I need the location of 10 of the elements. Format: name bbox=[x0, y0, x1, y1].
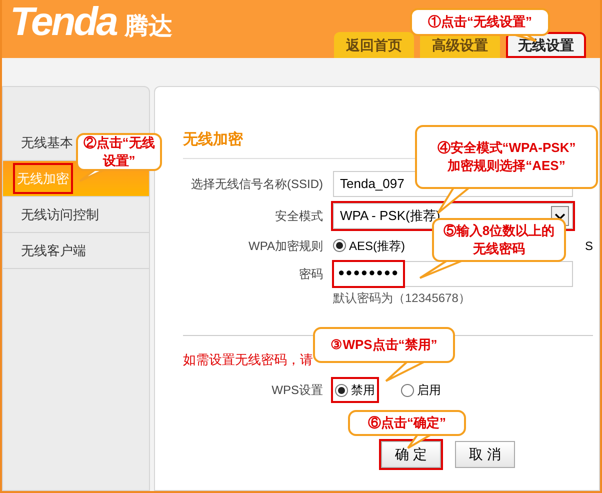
field-label: WPA加密规则 bbox=[248, 238, 324, 254]
field-label: 密码 bbox=[298, 266, 324, 282]
field-label: WPS设置 bbox=[270, 382, 324, 399]
field-label: 选择无线信号名称(SSID) bbox=[190, 176, 324, 192]
logo: Tenda bbox=[10, 0, 116, 44]
hint-text: 默认密码为（12345678） bbox=[333, 290, 472, 306]
field-label: 安全模式 bbox=[274, 208, 324, 224]
radio-label: S bbox=[584, 238, 593, 254]
notice-text: 如需设置无线密码，请 bbox=[183, 350, 314, 368]
logo-text: 腾达 bbox=[124, 12, 172, 42]
